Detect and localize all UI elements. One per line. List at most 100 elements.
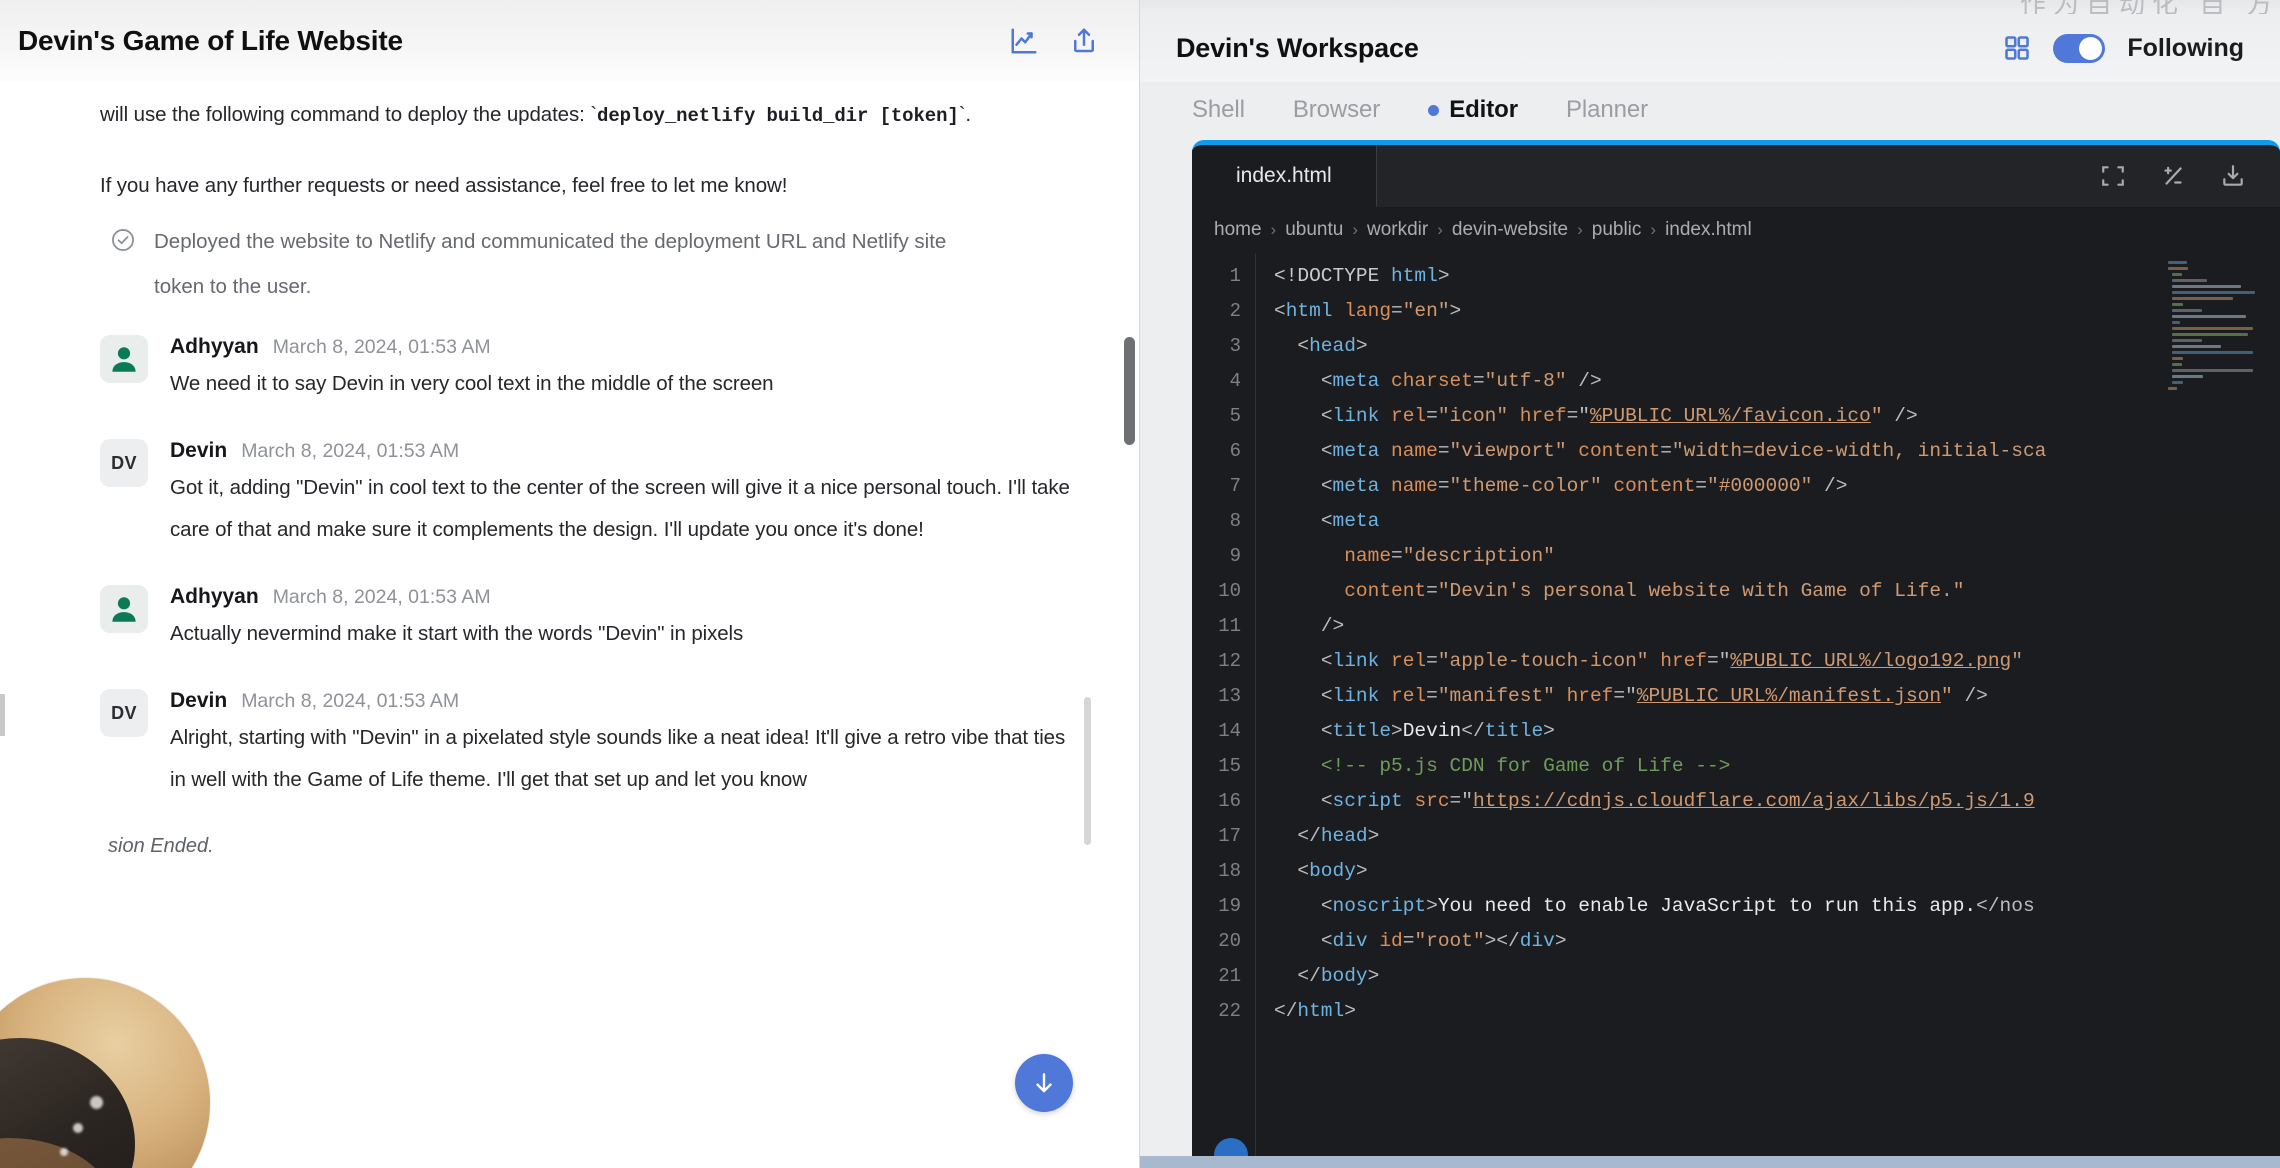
code-token: rel <box>1391 405 1427 427</box>
code-token: = <box>1426 650 1438 672</box>
code-token: = <box>1437 440 1450 462</box>
code-line[interactable]: </head> <box>1274 819 2280 854</box>
chart-line-icon[interactable] <box>1009 26 1039 56</box>
scroll-to-bottom-button[interactable] <box>1015 1054 1073 1112</box>
code-line[interactable]: <link rel="manifest" href="%PUBLIC_URL%/… <box>1274 679 2280 714</box>
message-body: Devin March 8, 2024, 01:53 AM Alright, s… <box>170 689 1079 801</box>
message-text: Alright, starting with "Devin" in a pixe… <box>170 726 1066 791</box>
code-line[interactable]: <meta name="viewport" content="width=dev… <box>1274 434 2280 469</box>
code-line[interactable]: <link rel="apple-touch-icon" href="%PUBL… <box>1274 644 2280 679</box>
toggle-knob <box>2079 36 2103 60</box>
code-line[interactable]: <head> <box>1274 329 2280 364</box>
download-icon[interactable] <box>2220 163 2246 189</box>
code-token: = <box>1426 580 1438 602</box>
code-token: title <box>1484 720 1544 742</box>
tab-planner[interactable]: Planner <box>1566 96 1648 124</box>
following-label: Following <box>2127 33 2244 62</box>
code-line[interactable]: <title>Devin</title> <box>1274 714 2280 749</box>
code-token: body <box>1309 860 1356 882</box>
line-number: 5 <box>1229 405 1241 427</box>
code-token: = <box>1695 475 1707 497</box>
chat-scrollbar-outer[interactable] <box>1124 337 1135 445</box>
code-line[interactable]: <meta name="theme-color" content="#00000… <box>1274 469 2280 504</box>
code-line[interactable]: content="Devin's personal website with G… <box>1274 574 2280 609</box>
workspace-title: Devin's Workspace <box>1176 32 1419 63</box>
minimap-line <box>2172 381 2184 384</box>
code-line[interactable]: <div id="root"></div> <box>1274 924 2280 959</box>
minimap-line <box>2172 315 2246 318</box>
diff-icon[interactable] <box>2160 163 2186 189</box>
code-line[interactable]: <link rel="icon" href="%PUBLIC_URL%/favi… <box>1274 399 2280 434</box>
code-line[interactable]: <noscript>You need to enable JavaScript … <box>1274 889 2280 924</box>
message-text: We need it to say Devin in very cool tex… <box>170 372 774 395</box>
code-line[interactable]: <!-- p5.js CDN for Game of Life --> <box>1274 749 2280 784</box>
avatar: DV <box>100 689 148 737</box>
tab-shell[interactable]: Shell <box>1192 96 1245 124</box>
file-tab-label: index.html <box>1236 164 1332 187</box>
message-text: Got it, adding "Devin" in cool text to t… <box>170 476 1070 541</box>
code-line[interactable]: <meta charset="utf-8" /> <box>1274 364 2280 399</box>
para1-code: deploy_netlify build_dir [token] <box>597 105 959 127</box>
minimap-line <box>2172 333 2249 336</box>
following-toggle[interactable] <box>2053 33 2106 63</box>
chat-content: will use the following command to deploy… <box>0 82 1139 858</box>
code-token: html <box>1285 300 1333 322</box>
code-token: < <box>1274 300 1286 322</box>
message-item: Adhyyan March 8, 2024, 01:53 AM We need … <box>100 335 1079 405</box>
breadcrumb-item[interactable]: public <box>1592 219 1642 241</box>
grid-layout-icon[interactable] <box>2003 34 2031 62</box>
code-line[interactable]: <html lang="en"> <box>1274 294 2280 329</box>
code-token: div <box>1332 930 1368 952</box>
code-line[interactable]: <script src="https://cdnjs.cloudflare.co… <box>1274 784 2280 819</box>
share-icon[interactable] <box>1069 26 1099 56</box>
code-line[interactable]: </body> <box>1274 959 2280 994</box>
minimap-line <box>2172 339 2202 342</box>
breadcrumb-item[interactable]: workdir <box>1367 219 1428 241</box>
code-token: = <box>1472 370 1485 392</box>
tab-editor[interactable]: Editor <box>1428 96 1518 124</box>
file-tab-index-html[interactable]: index.html <box>1192 145 1377 207</box>
expand-icon[interactable] <box>2100 163 2126 189</box>
chat-scrollbar-inner[interactable] <box>1084 697 1091 845</box>
code-line[interactable]: name="description" <box>1274 539 2280 574</box>
code-token: = <box>1391 545 1403 567</box>
code-token: < <box>1297 860 1310 882</box>
code-line[interactable]: /> <box>1274 609 2280 644</box>
code-line[interactable]: </html> <box>1274 994 2280 1029</box>
code-token: title <box>1332 720 1392 742</box>
code-token: > <box>1391 720 1403 742</box>
code-token: > <box>1355 335 1368 357</box>
breadcrumb-item[interactable]: devin-website <box>1452 219 1568 241</box>
status-item: Deployed the website to Netlify and comm… <box>110 219 1079 309</box>
code-content[interactable]: <!DOCTYPE html> <html lang="en"> <head> <… <box>1256 253 2280 1156</box>
code-viewport[interactable]: 1 2 3 4 5 6 7 8 9 10 11 12 13 14 15 16 17 18 19 20 21 22 <!DO… <box>1192 253 2280 1156</box>
breadcrumb-item[interactable]: ubuntu <box>1285 219 1343 241</box>
breadcrumb-separator: › <box>1650 220 1657 239</box>
message-author: Adhyyan <box>170 335 259 358</box>
workspace-panel: 作为自动化 自 方式 Devin's Workspace Following <box>1140 0 2280 1168</box>
code-line[interactable]: <body> <box>1274 854 2280 889</box>
tab-browser[interactable]: Browser <box>1293 96 1380 124</box>
code-line[interactable]: <meta <box>1274 504 2280 539</box>
minimap-line <box>2172 321 2180 324</box>
breadcrumb-item[interactable]: index.html <box>1665 219 1752 241</box>
code-token: "en" <box>1402 300 1450 322</box>
webcam-video-bubble[interactable] <box>0 978 210 1168</box>
breadcrumb-item[interactable]: home <box>1214 219 1262 241</box>
code-minimap[interactable] <box>2160 253 2280 1156</box>
chat-scroll-area[interactable]: will use the following command to deploy… <box>0 82 1139 1168</box>
code-line[interactable]: <!DOCTYPE html> <box>1274 259 2280 294</box>
code-token: <!DOCTYPE <box>1274 265 1392 287</box>
code-token: /> <box>1882 405 1918 427</box>
